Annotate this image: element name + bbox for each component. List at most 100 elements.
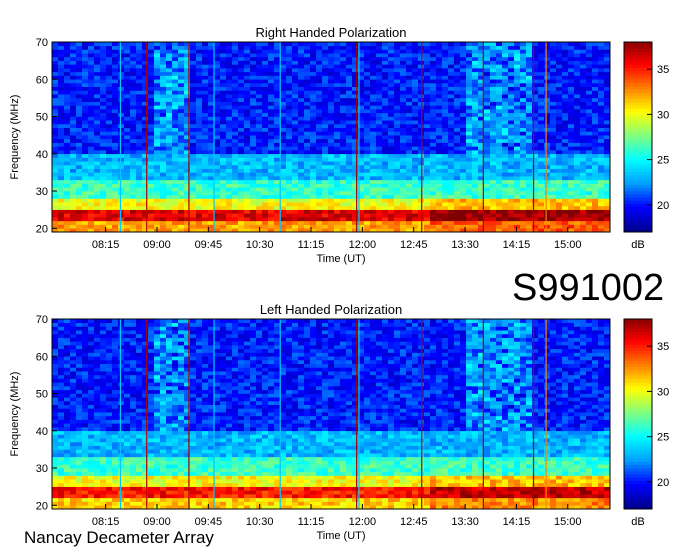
spectrogram-cell	[508, 79, 515, 84]
spectrogram-cell	[58, 60, 65, 65]
spectrogram-cell	[172, 97, 179, 102]
spectrogram-cell	[430, 176, 437, 181]
spectrogram-cell	[106, 131, 113, 136]
spectrogram-cell	[154, 86, 161, 91]
spectrogram-cell	[472, 213, 479, 218]
spectrogram-cell	[244, 79, 251, 84]
spectrogram-cell	[562, 123, 569, 128]
spectrogram-cell	[550, 90, 557, 95]
spectrogram-cell	[382, 157, 389, 162]
spectrogram-cell	[178, 157, 185, 162]
spectrogram-cell	[346, 142, 353, 147]
spectrogram-cell	[346, 191, 353, 196]
spectrogram-cell	[514, 109, 521, 114]
spectrogram-cell	[208, 112, 215, 117]
spectrogram-cell	[262, 168, 269, 173]
spectrogram-cell	[256, 131, 263, 136]
spectrogram-cell	[118, 142, 125, 147]
spectrogram-cell	[508, 135, 515, 140]
spectrogram-cell	[310, 179, 317, 184]
spectrogram-cell	[178, 86, 185, 91]
spectrogram-cell	[298, 220, 305, 225]
spectrogram-cell	[220, 79, 227, 84]
colorbar-step	[624, 80, 652, 84]
spectrogram-cell	[280, 183, 287, 188]
spectrogram-cell	[430, 120, 437, 125]
spectrogram-cell	[454, 94, 461, 99]
spectrogram-cell	[238, 220, 245, 225]
spectrogram-cell	[514, 161, 521, 166]
spectrogram-cell	[460, 120, 467, 125]
spectrogram-cell	[604, 94, 611, 99]
spectrogram-cell	[118, 49, 125, 54]
spectrogram-cell	[586, 71, 593, 76]
spectrogram-cell	[424, 157, 431, 162]
spectrogram-cell	[442, 49, 449, 54]
spectrogram-cell	[256, 209, 263, 214]
spectrogram-cell	[154, 202, 161, 207]
spectrogram-cell	[208, 209, 215, 214]
spectrogram-cell	[316, 176, 323, 181]
spectrogram-cell	[520, 213, 527, 218]
spectrogram-cell	[322, 131, 329, 136]
spectrogram-cell	[406, 183, 413, 188]
spectrogram-cell	[280, 90, 287, 95]
spectrogram-cell	[532, 64, 539, 69]
spectrogram-cell	[394, 127, 401, 132]
spectrogram-cell	[514, 60, 521, 65]
spectrogram-cell	[52, 101, 59, 106]
spectrogram-cell	[304, 101, 311, 106]
spectrogram-cell	[400, 127, 407, 132]
spectrogram-cell	[460, 217, 467, 222]
spectrogram-cell	[262, 112, 269, 117]
spectrogram-cell	[100, 82, 107, 88]
spectrogram-cell	[106, 142, 113, 147]
spectrogram-cell	[514, 209, 521, 214]
spectrogram-cell	[334, 86, 341, 91]
spectrogram-cell	[52, 146, 59, 151]
spectrogram-cell	[310, 101, 317, 106]
spectrogram-cell	[556, 42, 563, 47]
colorbar-step	[624, 114, 652, 119]
spectrogram-cell	[232, 109, 239, 114]
spectrogram-cell	[88, 86, 95, 91]
spectrogram-cell	[550, 142, 557, 147]
spectrogram-cell	[550, 191, 557, 196]
spectrogram-cell	[574, 45, 581, 50]
spectrogram-cell	[574, 164, 581, 169]
spectrogram-cell	[514, 224, 521, 229]
spectrogram-cell	[112, 112, 119, 117]
spectrogram-cell	[502, 112, 509, 117]
spectrogram-cell	[328, 205, 335, 210]
spectrogram-cell	[178, 213, 185, 218]
spectrogram-cell	[448, 123, 455, 128]
spectrogram-cell	[352, 194, 359, 199]
spectrogram-cell	[460, 213, 467, 218]
spectrogram-cell	[70, 53, 77, 58]
spectrogram-cell	[448, 224, 455, 229]
spectrogram-cell	[274, 209, 281, 214]
spectrogram-cell	[280, 71, 287, 76]
spectrogram-cell	[154, 71, 161, 76]
spectrogram-cell	[214, 105, 221, 110]
spectrogram-cell	[250, 168, 257, 173]
spectrogram-cell	[244, 49, 251, 54]
spectrogram-cell	[100, 168, 107, 173]
spectrogram-cell	[412, 135, 419, 140]
spectrogram-cell	[130, 101, 137, 106]
spectrogram-cell	[304, 68, 311, 73]
spectrogram-cell	[208, 191, 215, 196]
spectrogram-cell	[112, 142, 119, 147]
spectrogram-cell	[376, 224, 383, 229]
spectrogram-cell	[460, 127, 467, 132]
spectrogram-cell	[502, 198, 509, 203]
spectrogram-cell	[292, 176, 299, 181]
spectrogram-cell	[88, 161, 95, 166]
spectrogram-cell	[76, 68, 83, 73]
spectrogram-cell	[190, 90, 197, 95]
spectrogram-cell	[382, 64, 389, 69]
spectrogram-cell	[88, 157, 95, 162]
spectrogram-cell	[208, 53, 215, 58]
spectrogram-cell	[382, 220, 389, 225]
spectrogram-cell	[460, 153, 467, 158]
